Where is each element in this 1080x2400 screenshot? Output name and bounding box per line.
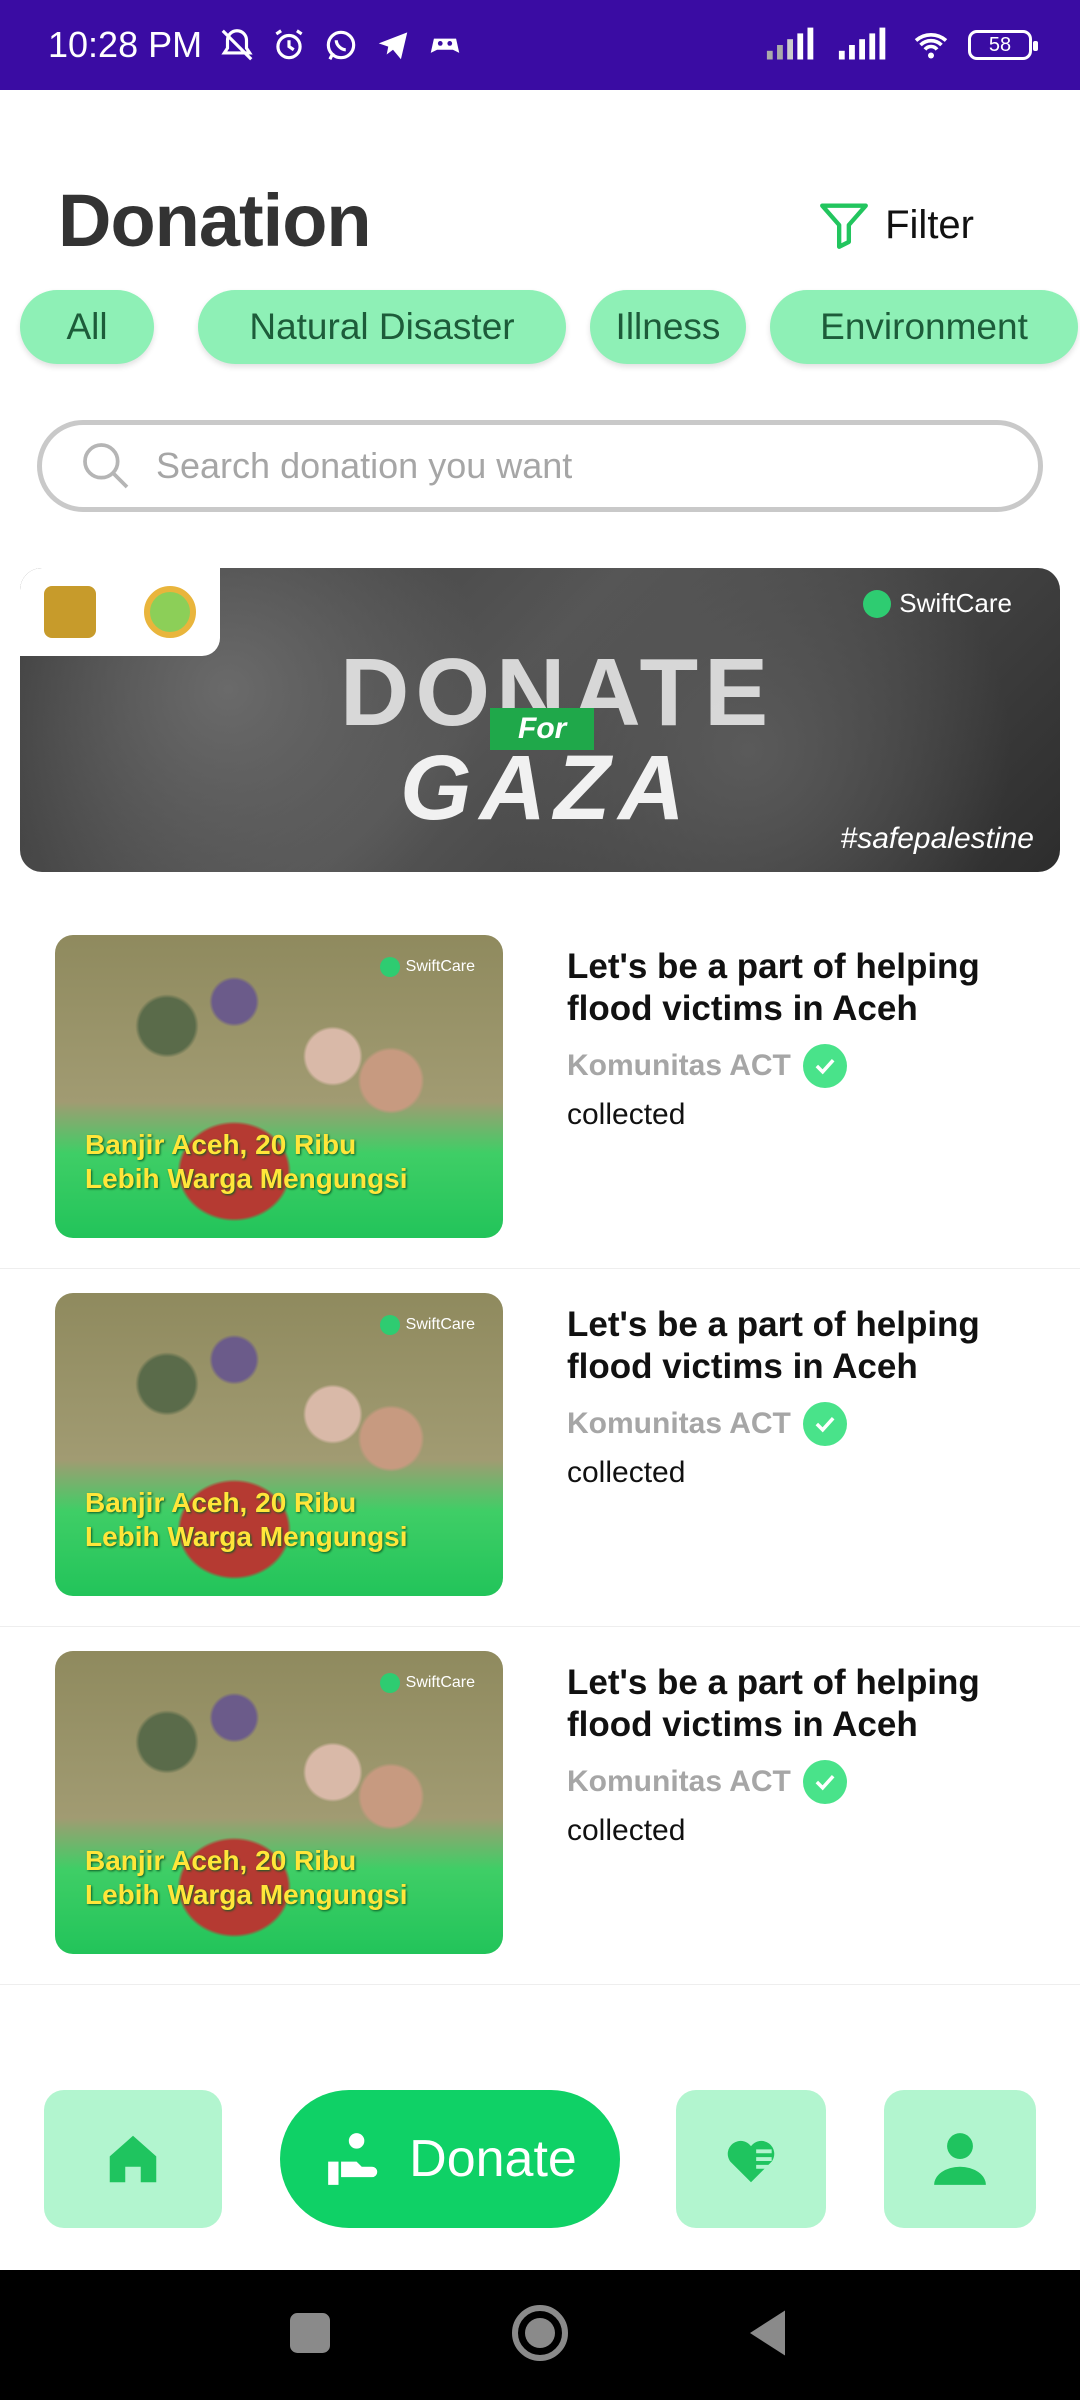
image-caption-line: Lebih Warga Mengungsi: [85, 1163, 408, 1194]
banner-brand: SwiftCare: [863, 588, 1012, 619]
home-system-button[interactable]: [510, 2303, 570, 2368]
recents-button[interactable]: [280, 2303, 340, 2368]
image-caption-line: Banjir Aceh, 20 Ribu: [85, 1487, 357, 1518]
image-caption: Banjir Aceh, 20 Ribu Lebih Warga Mengung…: [85, 1844, 408, 1912]
donation-organizer: Komunitas ACT: [567, 1044, 847, 1088]
nav-home-button[interactable]: [44, 2090, 222, 2228]
donate-hand-icon: [328, 2133, 378, 2185]
organizer-name: Komunitas ACT: [567, 1049, 791, 1082]
page-title: Donation: [58, 179, 372, 262]
favorite-heart-icon: [727, 2140, 775, 2183]
organizer-name: Komunitas ACT: [567, 1407, 791, 1440]
chip-all[interactable]: All: [20, 290, 154, 364]
category-chips: All Natural Disaster Illness Environment: [0, 290, 1080, 364]
image-caption-line: Lebih Warga Mengungsi: [85, 1521, 408, 1552]
banner-brand-label: SwiftCare: [899, 588, 1012, 618]
brand-logo-icon: [863, 589, 892, 618]
donation-card[interactable]: SwiftCare Banjir Aceh, 20 Ribu Lebih War…: [0, 910, 1080, 1269]
filter-label: Filter: [885, 202, 974, 247]
image-brand: SwiftCare: [379, 957, 475, 977]
status-bar: 10:28 PM 58: [0, 0, 1080, 90]
chip-illness[interactable]: Illness: [590, 290, 746, 364]
system-navigation-bar: [0, 2270, 1080, 2400]
donation-title: Let's be a part of helping flood victims…: [567, 1663, 980, 1744]
verified-check-icon: [802, 1760, 847, 1804]
donation-organizer: Komunitas ACT: [567, 1760, 847, 1804]
wifi-icon: [914, 33, 948, 59]
donation-collected: collected: [567, 1456, 686, 1489]
status-indicators: 58: [764, 27, 1038, 63]
partner-logo: [144, 586, 196, 638]
profile-icon: [934, 2133, 986, 2185]
notification-icons: [218, 26, 464, 64]
image-caption: Banjir Aceh, 20 Ribu Lebih Warga Mengung…: [85, 1128, 408, 1196]
image-caption-line: Lebih Warga Mengungsi: [85, 1879, 408, 1910]
alarm-icon: [275, 29, 303, 60]
banner-hashtag: #safepalestine: [840, 822, 1034, 855]
home-icon: [109, 2135, 157, 2183]
telegram-icon: [378, 32, 408, 60]
signal-icon: [838, 27, 886, 60]
brand-logo-icon: [379, 1315, 400, 1335]
nav-favorites-button[interactable]: [676, 2090, 826, 2228]
donation-image: SwiftCare Banjir Aceh, 20 Ribu Lebih War…: [55, 1651, 503, 1954]
donation-organizer: Komunitas ACT: [567, 1402, 847, 1446]
image-brand-label: SwiftCare: [405, 1316, 475, 1333]
nav-donate-label: Donate: [409, 2130, 577, 2188]
battery-icon: 58: [968, 30, 1038, 60]
image-brand-label: SwiftCare: [405, 1674, 475, 1691]
verified-check-icon: [802, 1044, 847, 1088]
brand-logo-icon: [379, 1673, 400, 1693]
game-icon: [430, 38, 460, 53]
donation-collected: collected: [567, 1814, 686, 1847]
signal-icon: [766, 27, 814, 60]
back-triangle-icon: [750, 2310, 785, 2355]
banner-for-tag: For: [490, 708, 595, 750]
chip-natural-disaster[interactable]: Natural Disaster: [198, 290, 566, 364]
image-caption-line: Banjir Aceh, 20 Ribu: [85, 1845, 357, 1876]
mute-bell-icon: [221, 29, 253, 61]
whatsapp-icon: [326, 30, 356, 60]
back-button[interactable]: [740, 2303, 800, 2368]
search-input[interactable]: [154, 444, 978, 488]
donation-collected: collected: [567, 1098, 686, 1131]
search-icon: [83, 443, 129, 489]
filter-button[interactable]: Filter: [815, 196, 974, 254]
donation-title: Let's be a part of helping flood victims…: [567, 1305, 980, 1386]
donation-list: SwiftCare Banjir Aceh, 20 Ribu Lebih War…: [0, 910, 1080, 2010]
image-brand: SwiftCare: [379, 1673, 475, 1693]
banner-subtitle: GAZA: [400, 737, 693, 839]
search-bar[interactable]: [37, 420, 1043, 512]
chip-environment[interactable]: Environment: [770, 290, 1078, 364]
image-brand: SwiftCare: [379, 1315, 475, 1335]
featured-banner[interactable]: SwiftCare DONATE GAZA For #safepalestine: [20, 568, 1060, 872]
verified-check-icon: [802, 1402, 847, 1446]
organizer-name: Komunitas ACT: [567, 1765, 791, 1798]
garuda-logo: [44, 586, 96, 638]
nav-profile-button[interactable]: [884, 2090, 1036, 2228]
recents-square-icon: [290, 2312, 330, 2353]
donation-image: SwiftCare Banjir Aceh, 20 Ribu Lebih War…: [55, 935, 503, 1238]
donation-card[interactable]: SwiftCare Banjir Aceh, 20 Ribu Lebih War…: [0, 1268, 1080, 1627]
home-circle-icon: [512, 2304, 568, 2361]
status-time: 10:28 PM: [48, 24, 203, 65]
battery-level: 58: [988, 33, 1012, 56]
filter-icon: [820, 203, 869, 249]
image-brand-label: SwiftCare: [405, 958, 475, 975]
partner-logos: [20, 568, 220, 656]
donation-image: SwiftCare Banjir Aceh, 20 Ribu Lebih War…: [55, 1293, 503, 1596]
donation-title: Let's be a part of helping flood victims…: [567, 947, 980, 1028]
image-caption: Banjir Aceh, 20 Ribu Lebih Warga Mengung…: [85, 1486, 408, 1554]
nav-donate-button[interactable]: Donate: [280, 2090, 620, 2228]
brand-logo-icon: [379, 957, 400, 977]
donation-card[interactable]: SwiftCare Banjir Aceh, 20 Ribu Lebih War…: [0, 1626, 1080, 1985]
image-caption-line: Banjir Aceh, 20 Ribu: [85, 1129, 357, 1160]
